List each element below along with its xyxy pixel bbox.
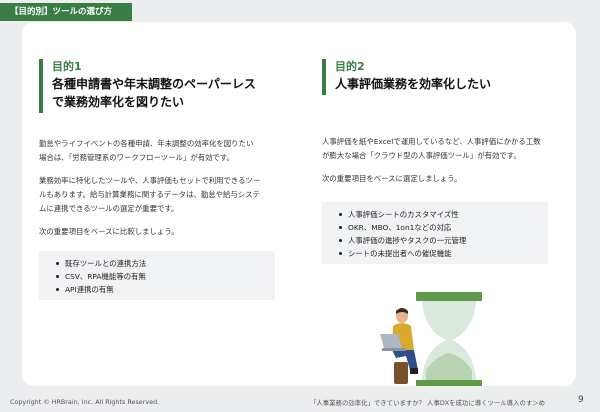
goal-1-paragraph: 次の重要項目をベースに比較しましょう。 [39, 227, 179, 236]
goal-2-title: 人事評価業務を効率化したい [335, 75, 567, 95]
goal-2-heading: 目的2 人事評価業務を効率化したい [322, 59, 567, 95]
list-item: 既存ツールとの連携方法 [56, 257, 275, 270]
content-card: 目的1 各種申請書や年末調整のペーパーレス で業務効率化を図りたい 勤怠やライフ… [22, 22, 576, 386]
copyright: Copyright © HRBrain, Inc. All Rights Res… [10, 398, 160, 406]
goal-1-title: 各種申請書や年末調整のペーパーレス で業務効率化を図りたい [52, 75, 279, 113]
list-item: OKR、MBO、1on1などの対応 [339, 221, 548, 234]
goal-1-paragraph: 勤怠やライフイベントの各種申請、年末調整の効率化を図りたい 場合は、「労務管理系の… [39, 139, 254, 162]
goal-1-label: 目的1 [52, 60, 82, 73]
list-item: 人事評価シートのカスタマイズ性 [339, 208, 548, 221]
list-item: シートの未提出者への催促機能 [339, 247, 548, 260]
goal-2-label: 目的2 [335, 60, 365, 73]
goal-2-criteria-box: 人事評価シートのカスタマイズ性 OKR、MBO、1on1などの対応 人事評価の進… [322, 202, 548, 264]
list-item: API連携の有無 [56, 283, 275, 296]
goal-1-paragraph: 業務効率に特化したツールや、人事評価もセットで利用できるツー ルもあります。給与計… [39, 176, 261, 213]
page-number: 9 [578, 395, 584, 405]
goal-1-criteria-box: 既存ツールとの連携方法 CSV、RPA機能等の有無 API連携の有無 [39, 251, 275, 300]
goal-1-heading: 目的1 各種申請書や年末調整のペーパーレス で業務効率化を図りたい [39, 59, 279, 113]
hourglass-person-illustration [380, 292, 482, 386]
list-item: 人事評価の進捗やタスクの一元管理 [339, 234, 548, 247]
goal-1-title-line: で業務効率化を図りたい [52, 95, 185, 109]
goal-2-paragraph: 次の重要項目をベースに選定しましょう。 [322, 174, 462, 183]
document-title: 「人事業務の効率化」できていますか？ 人事DXを成功に導くツール導入のす＞め [310, 399, 546, 407]
goal-2-column: 目的2 人事評価業務を効率化したい 人事評価を紙やExcelで運用しているなど、… [322, 58, 567, 264]
goal-1-column: 目的1 各種申請書や年末調整のペーパーレス で業務効率化を図りたい 勤怠やライフ… [39, 58, 279, 300]
goal-2-paragraph: 人事評価を紙やExcelで運用しているなど、人事評価にかかる工数 が膨大な場合「ク… [322, 137, 541, 160]
goal-1-title-line: 各種申請書や年末調整のペーパーレス [52, 77, 256, 91]
list-item: CSV、RPA機能等の有無 [56, 270, 275, 283]
section-tag: 【目的別】ツールの選び方 [0, 3, 132, 21]
goal-2-title-line: 人事評価業務を効率化したい [335, 77, 492, 91]
